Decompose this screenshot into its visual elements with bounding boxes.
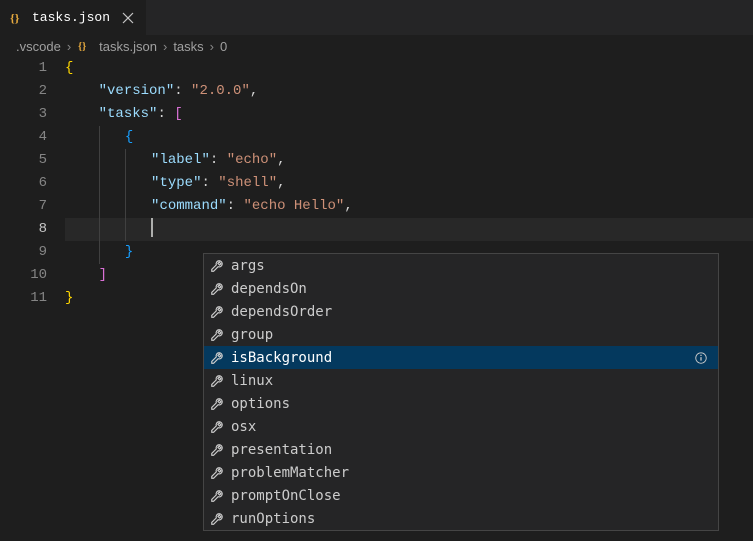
tab-label: tasks.json <box>32 10 110 25</box>
line-number: 1 <box>0 57 47 80</box>
suggest-item[interactable]: promptOnClose <box>204 484 718 507</box>
svg-text:{}: {} <box>78 42 86 53</box>
wrench-icon <box>209 488 225 504</box>
editor-tab[interactable]: {} tasks.json <box>0 0 147 35</box>
wrench-icon <box>209 304 225 320</box>
close-icon[interactable] <box>120 10 136 26</box>
chevron-right-icon: › <box>163 39 167 54</box>
suggest-label: dependsOrder <box>231 304 713 320</box>
suggest-label: isBackground <box>231 350 687 366</box>
code-line[interactable] <box>65 218 753 241</box>
line-number: 4 <box>0 126 47 149</box>
line-number: 11 <box>0 287 47 310</box>
suggest-label: args <box>231 258 713 274</box>
line-number: 5 <box>0 149 47 172</box>
line-number: 2 <box>0 80 47 103</box>
breadcrumb-part[interactable]: .vscode <box>16 39 61 54</box>
suggest-item[interactable]: group <box>204 323 718 346</box>
wrench-icon <box>209 373 225 389</box>
code-line[interactable]: "type": "shell", <box>65 172 753 195</box>
info-icon[interactable] <box>693 350 709 366</box>
wrench-icon <box>209 258 225 274</box>
code-line[interactable]: "command": "echo Hello", <box>65 195 753 218</box>
suggest-item[interactable]: dependsOrder <box>204 300 718 323</box>
suggest-label: options <box>231 396 713 412</box>
line-number: 6 <box>0 172 47 195</box>
suggest-item[interactable]: dependsOn <box>204 277 718 300</box>
suggest-label: problemMatcher <box>231 465 713 481</box>
breadcrumb-part[interactable]: tasks <box>173 39 203 54</box>
tab-bar: {} tasks.json <box>0 0 753 35</box>
suggest-item[interactable]: options <box>204 392 718 415</box>
json-braces-icon: {} <box>77 38 93 54</box>
line-number-gutter: 1 2 3 4 5 6 7 8 9 10 11 <box>0 57 65 310</box>
chevron-right-icon: › <box>67 39 71 54</box>
breadcrumb[interactable]: .vscode › {} tasks.json › tasks › 0 <box>0 35 753 57</box>
breadcrumb-part[interactable]: tasks.json <box>99 39 157 54</box>
line-number: 10 <box>0 264 47 287</box>
line-number: 8 <box>0 218 47 241</box>
code-line[interactable]: "version": "2.0.0", <box>65 80 753 103</box>
code-line[interactable]: "tasks": [ <box>65 103 753 126</box>
wrench-icon <box>209 327 225 343</box>
code-line[interactable]: { <box>65 126 753 149</box>
suggest-item[interactable]: problemMatcher <box>204 461 718 484</box>
suggest-item[interactable]: args <box>204 254 718 277</box>
suggest-label: dependsOn <box>231 281 713 297</box>
wrench-icon <box>209 465 225 481</box>
wrench-icon <box>209 419 225 435</box>
suggest-label: runOptions <box>231 511 713 527</box>
suggest-item[interactable]: runOptions <box>204 507 718 530</box>
suggest-item[interactable]: presentation <box>204 438 718 461</box>
suggest-label: promptOnClose <box>231 488 713 504</box>
suggest-item[interactable]: isBackground <box>204 346 718 369</box>
text-cursor <box>151 218 153 237</box>
wrench-icon <box>209 396 225 412</box>
json-braces-icon: {} <box>10 10 26 26</box>
wrench-icon <box>209 281 225 297</box>
line-number: 9 <box>0 241 47 264</box>
breadcrumb-part[interactable]: 0 <box>220 39 227 54</box>
code-line[interactable]: "label": "echo", <box>65 149 753 172</box>
suggest-label: presentation <box>231 442 713 458</box>
intellisense-suggest-widget[interactable]: args dependsOn dependsOrder group isBack… <box>203 253 719 531</box>
line-number: 7 <box>0 195 47 218</box>
chevron-right-icon: › <box>210 39 214 54</box>
suggest-item[interactable]: linux <box>204 369 718 392</box>
svg-text:{}: {} <box>10 11 20 25</box>
wrench-icon <box>209 442 225 458</box>
code-line[interactable]: { <box>65 57 753 80</box>
line-number: 3 <box>0 103 47 126</box>
suggest-label: group <box>231 327 713 343</box>
wrench-icon <box>209 511 225 527</box>
suggest-label: osx <box>231 419 713 435</box>
wrench-icon <box>209 350 225 366</box>
suggest-label: linux <box>231 373 713 389</box>
suggest-item[interactable]: osx <box>204 415 718 438</box>
